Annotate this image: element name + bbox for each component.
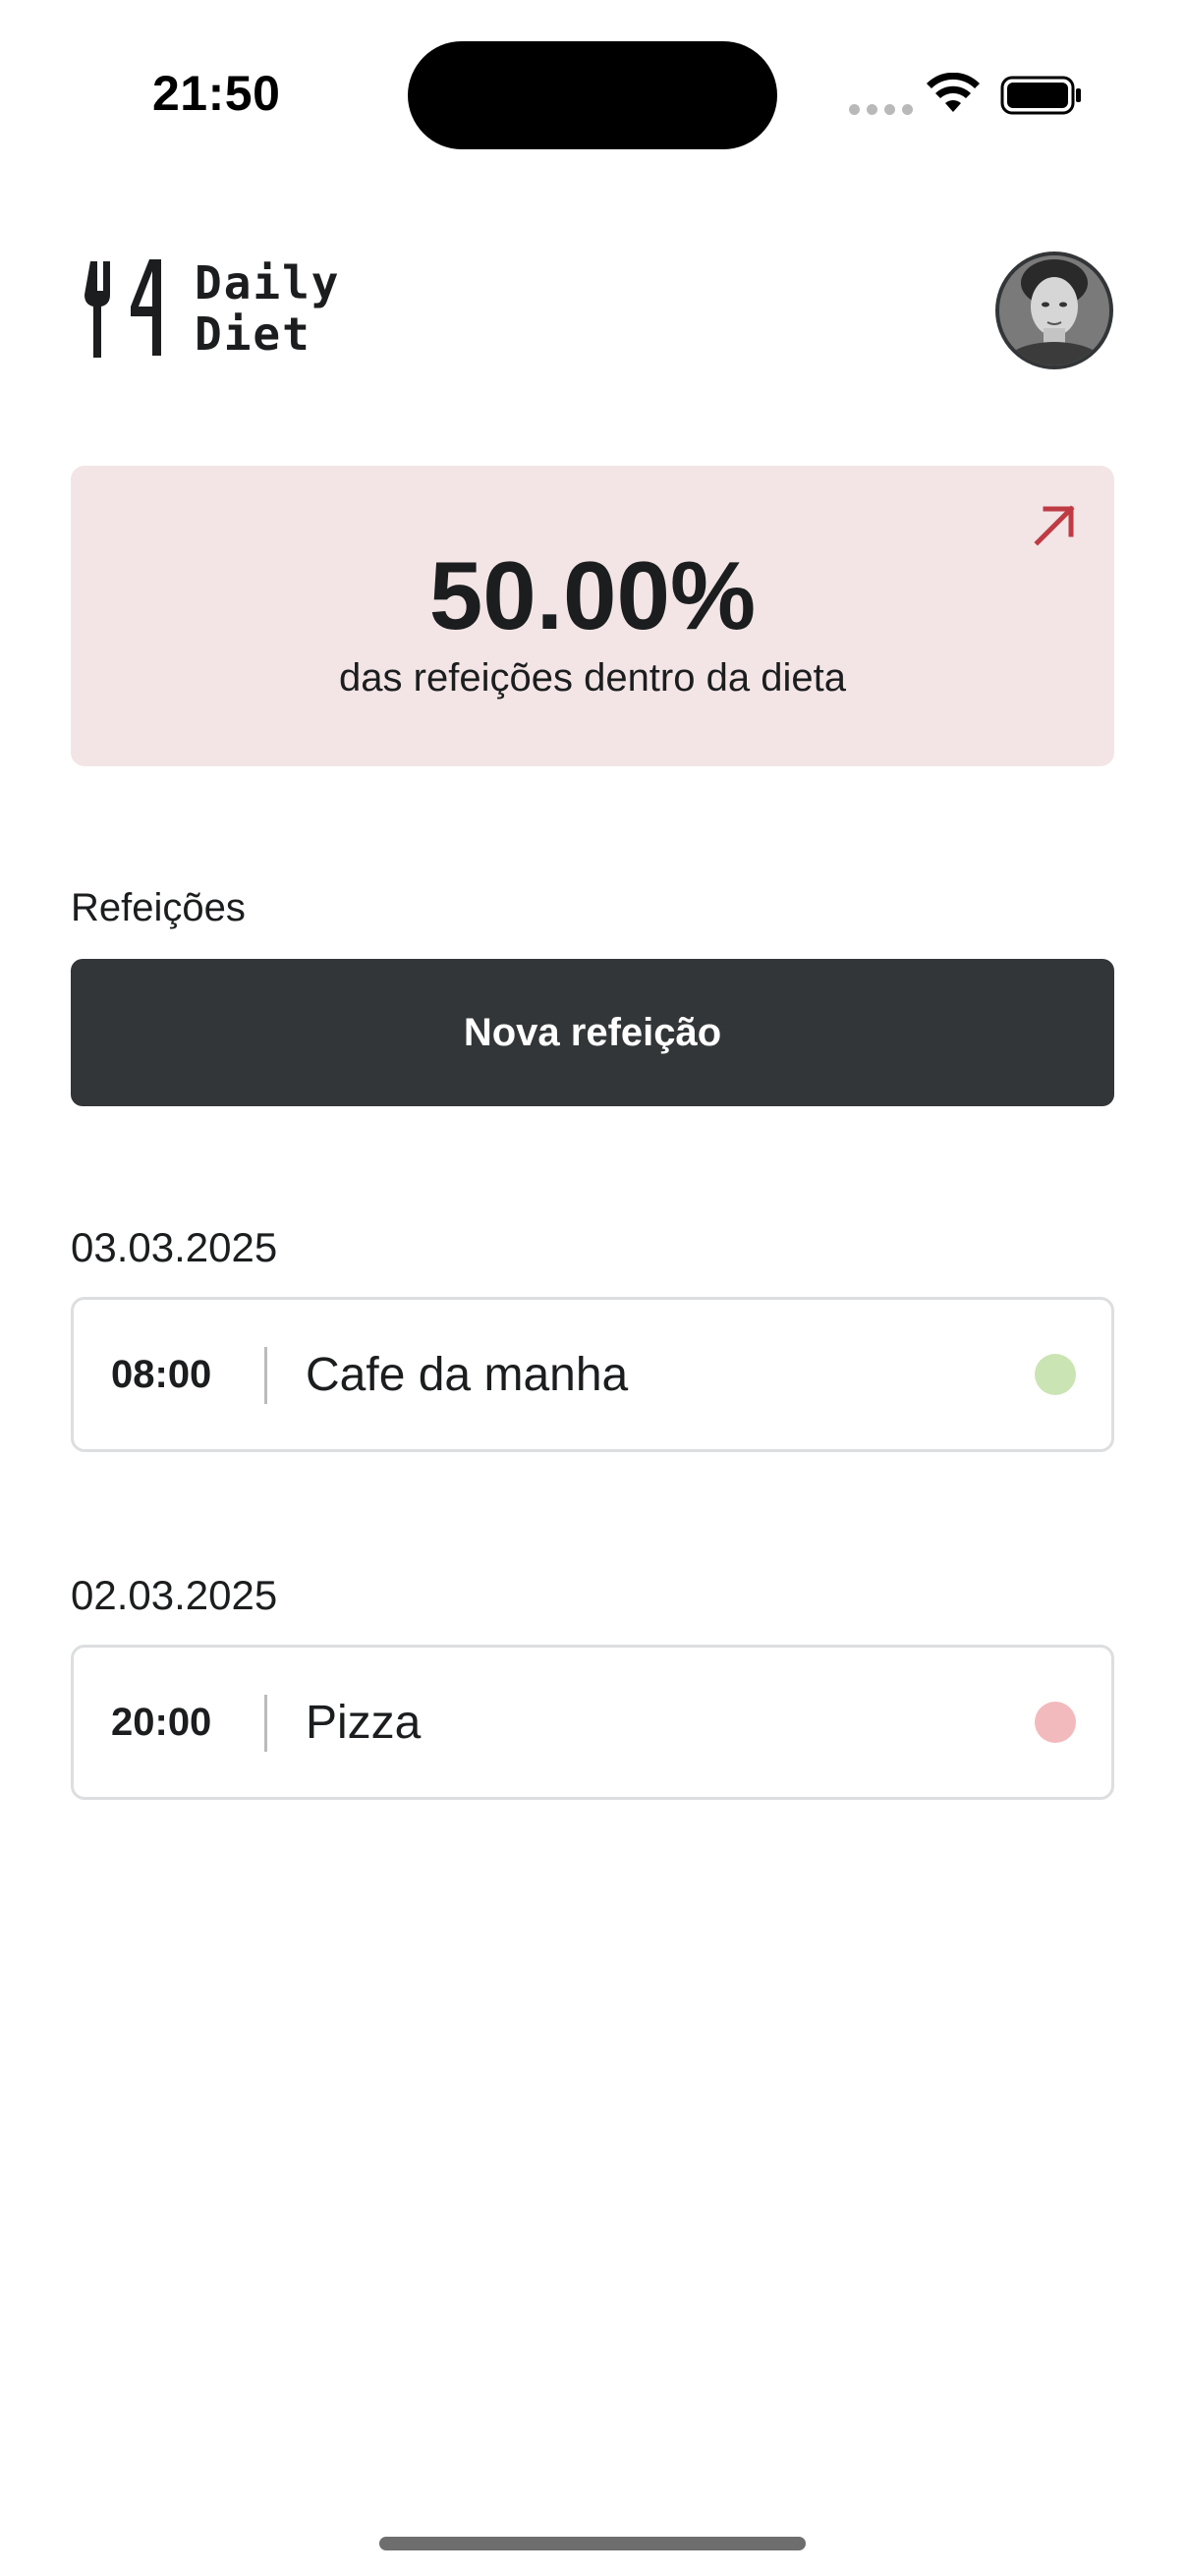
battery-icon [1000, 76, 1081, 115]
meals-section-label: Refeições [71, 886, 246, 929]
status-bar-time: 21:50 [152, 66, 281, 121]
diet-stats-card[interactable]: 50.00% das refeições dentro da dieta [71, 466, 1114, 766]
logo-text-line1: Daily [195, 256, 341, 309]
home-indicator[interactable] [379, 2537, 806, 2550]
meal-list-item[interactable]: 20:00 Pizza [71, 1645, 1114, 1800]
meal-name: Cafe da manha [306, 1348, 629, 1401]
meal-time: 08:00 [111, 1352, 212, 1396]
logo-text-line2: Diet [195, 308, 311, 361]
fork-knife-icon [85, 259, 161, 358]
day-date-header: 02.03.2025 [71, 1572, 278, 1618]
user-avatar[interactable] [995, 252, 1113, 369]
diet-percentage-caption: das refeições dentro da dieta [339, 656, 846, 700]
meal-divider [264, 1347, 267, 1404]
new-meal-button[interactable]: Nova refeição [71, 959, 1114, 1106]
diet-percentage: 50.00% [428, 541, 757, 649]
wifi-icon [927, 73, 980, 112]
meal-name: Pizza [306, 1696, 422, 1749]
avatar-image [999, 255, 1109, 365]
cellular-signal-icon [849, 104, 913, 115]
meal-status-indicator [1035, 1702, 1076, 1743]
app-logo: Daily Diet [85, 257, 340, 360]
day-date-header: 03.03.2025 [71, 1224, 278, 1270]
meal-status-indicator [1035, 1354, 1076, 1395]
meal-list-item[interactable]: 08:00 Cafe da manha [71, 1297, 1114, 1452]
meal-divider [264, 1695, 267, 1752]
meal-time: 20:00 [111, 1700, 212, 1744]
dynamic-island [408, 41, 777, 149]
